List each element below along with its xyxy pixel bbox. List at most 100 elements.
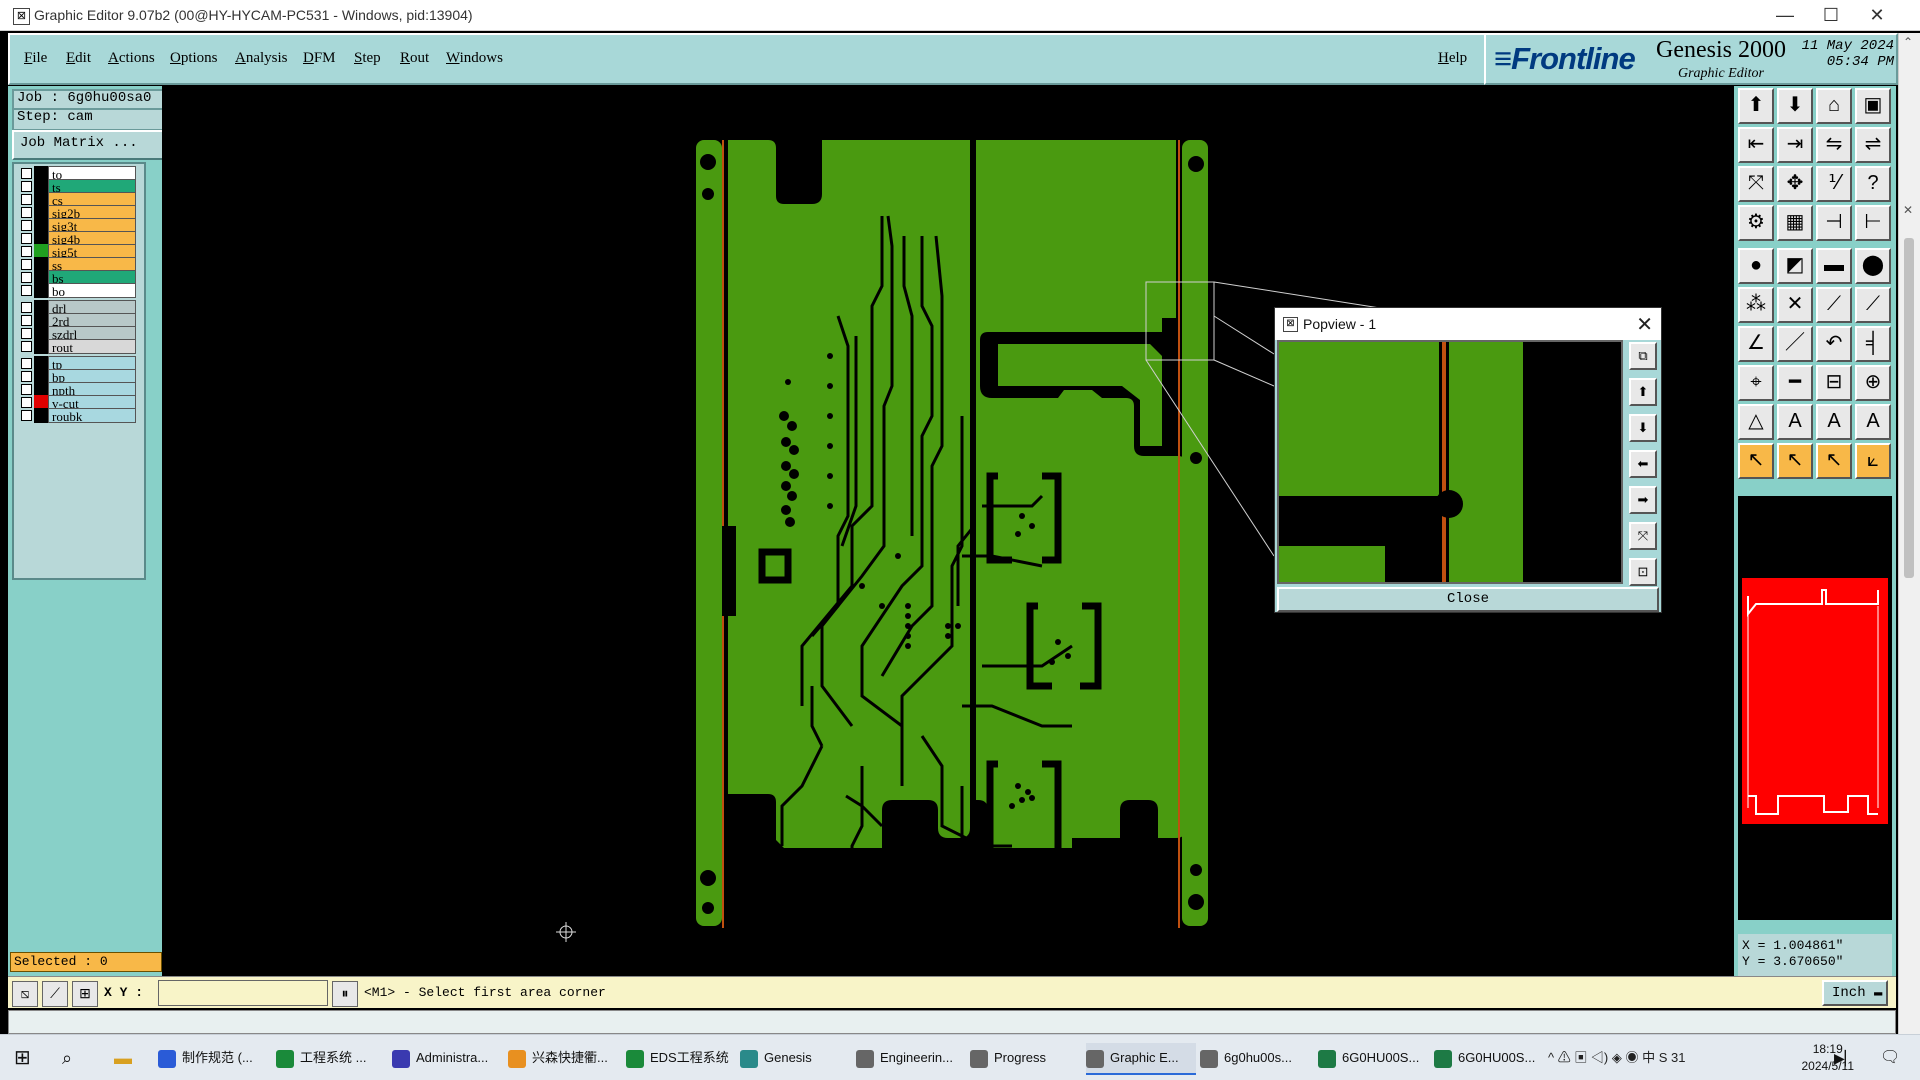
surface-icon[interactable]: ◩ bbox=[1777, 248, 1813, 284]
job-matrix-button[interactable]: Job Matrix ... bbox=[12, 130, 168, 160]
layer-name[interactable]: roubk bbox=[48, 408, 136, 424]
target-icon[interactable]: ⌖ bbox=[1738, 365, 1774, 401]
measure-icon[interactable]: ⟋ bbox=[42, 981, 68, 1007]
taskbar-item[interactable]: Genesis bbox=[740, 1043, 850, 1073]
layer-checkbox[interactable] bbox=[21, 328, 32, 339]
taskbar-item[interactable]: 6G0HU00S... bbox=[1434, 1043, 1544, 1073]
layer-name[interactable]: rout bbox=[48, 339, 136, 355]
layer-checkbox[interactable] bbox=[21, 371, 32, 382]
layer-checkbox[interactable] bbox=[21, 302, 32, 313]
popview-canvas[interactable] bbox=[1277, 340, 1623, 584]
layer-row-roubk[interactable]: roubk bbox=[18, 408, 136, 424]
layer-checkbox[interactable] bbox=[21, 358, 32, 369]
layer-color-swatch[interactable] bbox=[34, 283, 48, 298]
box-icon[interactable]: ⊟ bbox=[1816, 365, 1852, 401]
popview-pan-up-icon[interactable]: ⬆ bbox=[1629, 378, 1657, 406]
connect-icon[interactable]: ⁂ bbox=[1738, 287, 1774, 323]
taskbar-item[interactable]: 工程系统 ... bbox=[276, 1043, 386, 1073]
notification-icon[interactable]: 🗨 bbox=[1880, 1043, 1900, 1073]
layer-checkbox[interactable] bbox=[21, 384, 32, 395]
task-view-icon[interactable]: ▶▏ bbox=[1834, 1043, 1856, 1073]
pan-icon[interactable]: ✥ bbox=[1777, 166, 1813, 202]
layer-checkbox[interactable] bbox=[21, 181, 32, 192]
delete-icon[interactable]: ✕ bbox=[1777, 287, 1813, 323]
pointer-icon[interactable]: ↖ bbox=[1738, 443, 1774, 479]
menu-help[interactable]: Help bbox=[1438, 50, 1467, 67]
popview-pan-left-icon[interactable]: ⬅ bbox=[1629, 450, 1657, 478]
layer-color-swatch[interactable] bbox=[34, 339, 48, 354]
select-alt-icon[interactable]: ↖ bbox=[1816, 443, 1852, 479]
taskbar-item[interactable]: Administra... bbox=[392, 1043, 502, 1073]
zoom-window-icon[interactable]: ▣ bbox=[1855, 88, 1891, 124]
menu-windows[interactable]: Windows bbox=[446, 50, 503, 67]
snap-alt-icon[interactable]: ⊢ bbox=[1855, 205, 1891, 241]
layer-checkbox[interactable] bbox=[21, 220, 32, 231]
layer-checkbox[interactable] bbox=[21, 233, 32, 244]
layer-checkbox[interactable] bbox=[21, 315, 32, 326]
redraw-icon[interactable]: ⇌ bbox=[1855, 127, 1891, 163]
popview-zoom-icon[interactable]: ⧉ bbox=[1629, 342, 1657, 370]
menu-rout[interactable]: Rout bbox=[400, 50, 429, 67]
open-job-icon[interactable]: ⬆ bbox=[1738, 88, 1774, 124]
layer-checkbox[interactable] bbox=[21, 246, 32, 257]
folder-icon[interactable]: ▬ bbox=[114, 1043, 132, 1073]
layer-checkbox[interactable] bbox=[21, 341, 32, 352]
search-icon[interactable]: ⌕ bbox=[62, 1043, 72, 1073]
units-dropdown[interactable]: Inch ▬ bbox=[1822, 980, 1888, 1006]
layer-checkbox[interactable] bbox=[21, 397, 32, 408]
menu-dfm[interactable]: DFM bbox=[303, 50, 336, 67]
layer-checkbox[interactable] bbox=[21, 272, 32, 283]
text-a-warn-icon[interactable]: A bbox=[1855, 404, 1891, 440]
select-icon[interactable]: ↖ bbox=[1777, 443, 1813, 479]
snap-icon[interactable]: ⊣ bbox=[1816, 205, 1852, 241]
taskbar-item[interactable]: 6G0HU00S... bbox=[1318, 1043, 1428, 1073]
add-icon[interactable]: ⊕ bbox=[1855, 365, 1891, 401]
taskbar-item[interactable]: Progress bbox=[970, 1043, 1080, 1073]
close-button[interactable]: ✕ bbox=[1854, 0, 1900, 31]
circle-icon[interactable]: ⬤ bbox=[1855, 248, 1891, 284]
segment-icon[interactable]: ⟋ bbox=[1816, 287, 1852, 323]
arc-icon[interactable]: ↶ bbox=[1816, 326, 1852, 362]
segment-alt-icon[interactable]: ⟋ bbox=[1855, 287, 1891, 323]
layer-checkbox[interactable] bbox=[21, 207, 32, 218]
xy-input[interactable] bbox=[158, 980, 328, 1006]
xy-apply-icon[interactable]: ⏸ bbox=[332, 981, 358, 1007]
popview-pan-right-icon[interactable]: ➡ bbox=[1629, 486, 1657, 514]
menu-edit[interactable]: Edit bbox=[66, 50, 91, 67]
text-icon[interactable]: ╡ bbox=[1855, 326, 1891, 362]
text-a-icon[interactable]: A bbox=[1777, 404, 1813, 440]
layer-checkbox[interactable] bbox=[21, 410, 32, 421]
grid-snap-icon[interactable]: ⊞ bbox=[72, 981, 98, 1007]
zoom-home-icon[interactable]: ⇋ bbox=[1816, 127, 1852, 163]
save-icon[interactable]: ⬇ bbox=[1777, 88, 1813, 124]
popview-pan-down-icon[interactable]: ⬇ bbox=[1629, 414, 1657, 442]
layer-color-swatch[interactable] bbox=[34, 408, 48, 423]
layer-name[interactable]: bo bbox=[48, 283, 136, 299]
menu-analysis[interactable]: Analysis bbox=[235, 50, 288, 67]
taskbar-item[interactable]: Engineerin... bbox=[856, 1043, 966, 1073]
line-icon[interactable]: ▬ bbox=[1816, 248, 1852, 284]
pad-icon[interactable]: ● bbox=[1738, 248, 1774, 284]
taskbar-item[interactable]: 制作规范 (... bbox=[158, 1043, 268, 1073]
line-red-icon[interactable]: ━ bbox=[1777, 365, 1813, 401]
taskbar-item[interactable]: 6g0hu00s... bbox=[1200, 1043, 1310, 1073]
popview-close-button[interactable]: Close bbox=[1277, 587, 1659, 612]
taskbar-item[interactable]: Graphic E... bbox=[1086, 1043, 1196, 1075]
taskbar-item[interactable]: EDS工程系统 bbox=[626, 1043, 736, 1073]
menu-options[interactable]: Options bbox=[170, 50, 218, 67]
pan-left-icon[interactable]: ⇤ bbox=[1738, 127, 1774, 163]
layer-checkbox[interactable] bbox=[21, 285, 32, 296]
scrollbar-thumb[interactable] bbox=[1904, 238, 1914, 578]
system-tray[interactable]: ^ ⚠ ▣ ◁) ◈ ◉ 中 S 31 bbox=[1548, 1043, 1685, 1073]
taskbar-item[interactable]: 兴森快捷衢... bbox=[508, 1043, 618, 1073]
slash-icon[interactable]: ／ bbox=[1777, 326, 1813, 362]
zoom-fit-icon[interactable]: ⤧ bbox=[1738, 166, 1774, 202]
layer-checkbox[interactable] bbox=[21, 168, 32, 179]
scroll-up-icon[interactable]: ⌃ bbox=[1903, 35, 1913, 49]
scroll-close-icon[interactable]: ✕ bbox=[1903, 203, 1913, 217]
pan-right-icon[interactable]: ⇥ bbox=[1777, 127, 1813, 163]
text-a-alt-icon[interactable]: A bbox=[1816, 404, 1852, 440]
select-mode-icon[interactable]: ⧅ bbox=[12, 981, 38, 1007]
popview-close-icon[interactable]: ✕ bbox=[1636, 312, 1653, 337]
help-icon[interactable]: ? bbox=[1855, 166, 1891, 202]
